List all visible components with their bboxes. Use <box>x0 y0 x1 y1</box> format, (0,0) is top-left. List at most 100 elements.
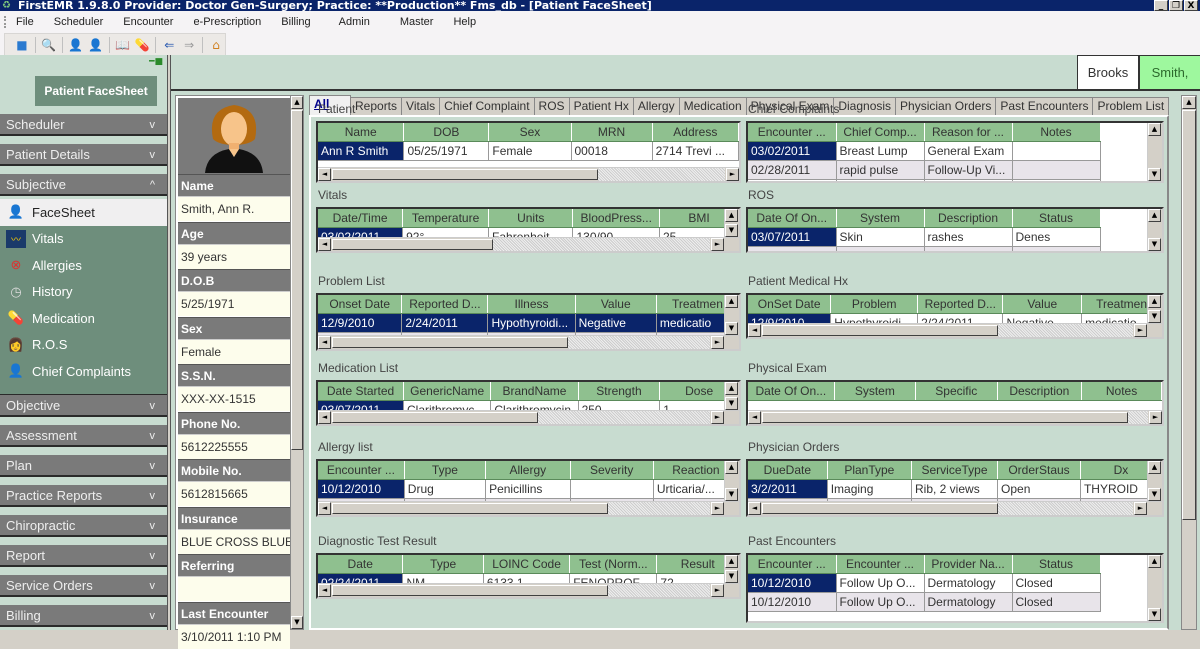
table-cell[interactable]: Denes <box>1012 227 1101 247</box>
minimize-button[interactable]: _ <box>1154 0 1168 11</box>
table-row[interactable]: 3/2/2011 Imaging Rib, 2 views Open THYROID <box>748 479 1162 499</box>
scroll-thumb[interactable] <box>332 503 608 514</box>
table-cell[interactable]: Hypothyroidi... <box>487 313 576 333</box>
table-cell[interactable]: Follow-Up Vi... <box>924 179 1013 181</box>
table-row[interactable]: 10/12/2010 Follow Up O... Dermatology Close… <box>748 573 1101 593</box>
table-cell[interactable]: Closed <box>1012 592 1101 612</box>
horizontal-scrollbar[interactable]: ◄ ► <box>318 167 739 181</box>
menu-help[interactable]: Help <box>453 16 476 28</box>
table-cell[interactable]: 03/02/2011 <box>748 141 837 161</box>
horizontal-scrollbar[interactable]: ◄ ► <box>748 410 1162 424</box>
table-cell[interactable]: Ann R Smith <box>318 141 405 161</box>
sidebar-section-subjective[interactable]: Subjective ^ <box>0 174 167 196</box>
column-header[interactable]: Name <box>318 123 405 142</box>
sidebar-section-report[interactable]: Report v <box>0 545 167 567</box>
column-header[interactable]: Temperature <box>402 209 490 228</box>
column-header[interactable]: Date <box>318 555 404 574</box>
column-header[interactable]: BrandName <box>490 382 579 401</box>
table-cell[interactable]: 2/24/2011 <box>401 313 489 333</box>
search-user-icon[interactable]: 🔍 <box>40 36 58 54</box>
scroll-down-button[interactable]: ▼ <box>1148 310 1161 323</box>
table-cell[interactable]: Breast Lump <box>836 141 925 161</box>
scroll-down-button[interactable]: ▼ <box>725 488 738 501</box>
column-header[interactable]: Date Of On... <box>748 382 835 401</box>
import-icon[interactable]: ⇐ <box>160 36 178 54</box>
column-header[interactable]: Encounter ... <box>318 461 405 480</box>
table-row[interactable]: 10/12/2010 Drug Penicillins Urticaria/... <box>318 479 739 499</box>
scroll-thumb[interactable] <box>332 169 598 180</box>
column-header[interactable]: Type <box>404 461 487 480</box>
scroll-down-button[interactable]: ▼ <box>1148 238 1161 251</box>
column-header[interactable]: Strength <box>578 382 661 401</box>
horizontal-scrollbar[interactable]: ◄ ► <box>748 501 1162 515</box>
column-header[interactable]: Notes <box>1012 123 1101 142</box>
scroll-left-button[interactable]: ◄ <box>318 336 331 349</box>
scroll-left-button[interactable]: ◄ <box>318 411 331 424</box>
patient-panel-scrollbar[interactable]: ▲ ▼ <box>290 95 304 630</box>
scroll-up-button[interactable]: ▲ <box>291 96 303 109</box>
table-cell[interactable]: Open <box>997 479 1081 499</box>
vertical-scrollbar[interactable]: ▲ ▼ <box>724 461 739 501</box>
sidebar-item-facesheet[interactable]: 👤 FaceSheet <box>0 199 167 226</box>
sidebar-item-medication[interactable]: 💊 Medication <box>0 305 167 332</box>
table-cell[interactable]: Closed <box>1012 573 1101 593</box>
column-header[interactable]: Reason for ... <box>924 123 1013 142</box>
table-row[interactable]: Ann R Smith 05/25/1971 Female 00018 2714 Tre… <box>318 141 739 161</box>
scroll-track[interactable] <box>608 502 710 515</box>
column-header[interactable]: Specific <box>915 382 998 401</box>
vertical-scrollbar[interactable]: ▲ ▼ <box>1147 209 1162 251</box>
table-cell[interactable]: Imaging <box>827 479 913 499</box>
menu-file[interactable]: File <box>16 16 34 28</box>
scroll-right-button[interactable]: ► <box>1134 324 1147 337</box>
table-row[interactable]: 03/07/2011 Skin rashes Denes <box>748 227 1101 247</box>
scroll-up-button[interactable]: ▲ <box>1182 96 1196 109</box>
table-cell[interactable]: Negative <box>575 313 657 333</box>
tab-diagnosis[interactable]: Diagnosis <box>834 97 897 115</box>
scroll-track[interactable] <box>608 584 710 597</box>
menu-master[interactable]: Master <box>400 16 434 28</box>
scroll-up-button[interactable]: ▲ <box>1148 209 1161 222</box>
screen-icon[interactable]: ■ <box>13 36 31 54</box>
scroll-left-button[interactable]: ◄ <box>318 502 331 515</box>
table-row[interactable]: 02/28/2011 rapid pulse Follow-Up Vi... <box>748 160 1101 180</box>
column-header[interactable]: MRN <box>571 123 653 142</box>
export-icon[interactable]: ⇒ <box>180 36 198 54</box>
table-cell[interactable] <box>1012 141 1101 161</box>
sidebar-item-allergies[interactable]: ⊗ Allergies <box>0 252 167 279</box>
scroll-down-button[interactable]: ▼ <box>1148 168 1161 181</box>
table-cell[interactable]: 3/2/2011 <box>748 479 828 499</box>
table-cell[interactable]: 02/24/2011 <box>748 179 837 181</box>
scroll-right-button[interactable]: ► <box>711 238 724 251</box>
scroll-thumb[interactable] <box>332 337 568 348</box>
vertical-scrollbar[interactable]: ▲ ▼ <box>724 555 739 583</box>
vertical-scrollbar[interactable]: ▲ ▼ <box>1147 461 1162 501</box>
table-cell[interactable]: 03/07/2011 <box>748 246 837 251</box>
column-header[interactable]: Status <box>1012 555 1101 574</box>
column-header[interactable]: ServiceType <box>911 461 999 480</box>
scroll-right-button[interactable]: ► <box>726 168 739 181</box>
scroll-left-button[interactable]: ◄ <box>748 411 761 424</box>
sidebar-section-scheduler[interactable]: Scheduler v <box>0 114 167 136</box>
table-row[interactable]: 10/12/2010 Follow Up O... Dermatology Close… <box>748 592 1101 612</box>
scroll-down-button[interactable]: ▼ <box>725 322 738 335</box>
table-cell[interactable]: Penicillins <box>485 479 571 499</box>
vertical-scrollbar[interactable]: ▲ ▼ <box>724 382 739 410</box>
table-row[interactable]: 02/24/2011Fatigue Adj...Follow-Up Vi... <box>748 179 1101 181</box>
tab-problem-list[interactable]: Problem List <box>1093 97 1170 115</box>
tab-medication[interactable]: Medication <box>679 97 747 115</box>
table-cell[interactable]: 2714 Trevi ... <box>652 141 739 161</box>
scroll-left-button[interactable]: ◄ <box>748 502 761 515</box>
table-cell[interactable] <box>570 479 654 499</box>
table-cell[interactable]: 10/12/2010 <box>748 592 837 612</box>
table-cell[interactable]: General Exam <box>924 141 1013 161</box>
column-header[interactable]: Units <box>488 209 574 228</box>
horizontal-scrollbar[interactable]: ◄ ► <box>318 583 739 597</box>
column-header[interactable]: Onset Date <box>318 295 403 314</box>
table-cell[interactable]: Drug <box>404 479 487 499</box>
restore-button[interactable]: ❐ <box>1169 0 1183 11</box>
column-header[interactable]: Chief Comp... <box>836 123 925 142</box>
table-cell[interactable]: 02/28/2011 <box>748 160 837 180</box>
sidebar-section-chiropractic[interactable]: Chiropractic v <box>0 515 167 537</box>
tab-chief-complaint[interactable]: Chief Complaint <box>440 97 535 115</box>
column-header[interactable]: Encounter ... <box>836 555 925 574</box>
